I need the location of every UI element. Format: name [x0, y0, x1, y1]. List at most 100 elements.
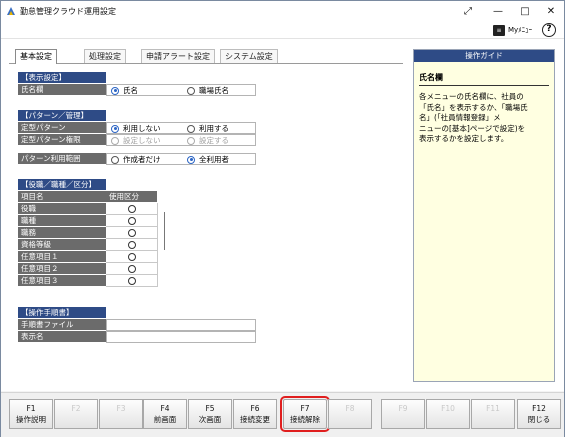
fkey-key-label: F7	[300, 404, 310, 413]
grade-table-scrollbar[interactable]	[164, 212, 165, 250]
fkey-f2-button[interactable]: F2	[54, 399, 98, 429]
name-field-options: 氏名 職場氏名	[106, 84, 256, 96]
radio-fixed-on[interactable]: 利用する	[187, 123, 229, 134]
col-use-header: 使用区分	[106, 191, 158, 203]
table-row: 職種	[18, 215, 158, 227]
fkey-f11-button[interactable]: F11	[471, 399, 515, 429]
menu-strip: ≡ Myﾒﾆｭｰ ?	[1, 21, 564, 39]
grade-use-cell[interactable]	[106, 215, 158, 227]
circle-icon	[127, 252, 136, 261]
fkey-f8-button[interactable]: F8	[328, 399, 372, 429]
minimize-button[interactable]: —	[483, 1, 513, 21]
radio-selected-icon	[111, 86, 119, 95]
tab-divider	[9, 63, 403, 64]
pattern-auth-label: 定型パターン権限	[18, 134, 106, 146]
pattern-scope-options: 作成者だけ 全利用者	[106, 153, 256, 165]
fkey-f10-button[interactable]: F10	[426, 399, 470, 429]
fkey-f5-button[interactable]: F5 次画面	[188, 399, 232, 429]
grade-item-name: 任意項目１	[18, 251, 106, 263]
table-row: 役職	[18, 203, 158, 215]
fkey-key-label: F2	[71, 404, 81, 413]
fkey-action-label: 前画面	[153, 415, 177, 424]
fkey-key-label: F3	[116, 404, 126, 413]
fkey-action-label: 閉じる	[527, 415, 551, 424]
radio-selected-icon	[187, 155, 195, 164]
expand-icon[interactable]: ⤢	[453, 1, 483, 21]
fkey-f12-button[interactable]: F12 閉じる	[517, 399, 561, 429]
close-button[interactable]: ✕	[536, 1, 565, 21]
title-bar: 勤怠管理クラウド運用設定 ⤢ — □ ✕	[1, 1, 564, 21]
fkey-action-label: 接続変更	[240, 415, 270, 424]
fkey-key-label: F11	[486, 404, 500, 413]
grade-use-cell[interactable]	[106, 263, 158, 275]
circle-icon	[127, 204, 136, 213]
col-name-header: 項目名	[18, 191, 106, 203]
radio-icon	[111, 136, 119, 145]
display-section-title: 【表示設定】	[18, 72, 106, 83]
fkey-action-label: 接続解除	[290, 415, 320, 424]
radio-icon	[187, 124, 195, 133]
fkey-f9-button[interactable]: F9	[381, 399, 425, 429]
circle-icon	[127, 216, 136, 225]
app-window: 勤怠管理クラウド運用設定 ⤢ — □ ✕ ≡ Myﾒﾆｭｰ ? 基本設定 処理設…	[0, 0, 565, 437]
radio-auth-on[interactable]: 設定する	[187, 135, 229, 146]
fkey-f3-button[interactable]: F3	[99, 399, 143, 429]
guide-header: 操作ガイド	[414, 50, 554, 62]
fkey-key-label: F6	[250, 404, 260, 413]
radio-scope-all[interactable]: 全利用者	[187, 154, 229, 165]
table-row: 職務	[18, 227, 158, 239]
fkey-key-label: F9	[398, 404, 408, 413]
pattern-section-title: 【パターン／管理】	[18, 110, 106, 121]
guide-divider	[419, 85, 549, 86]
grade-use-cell[interactable]	[106, 275, 158, 287]
radio-icon	[187, 86, 195, 95]
guide-title: 氏名欄	[419, 73, 443, 82]
grade-use-cell[interactable]	[106, 203, 158, 215]
fkey-action-label: 次画面	[198, 415, 222, 424]
grade-item-name: 職務	[18, 227, 106, 239]
radio-icon	[111, 155, 119, 164]
radio-name[interactable]: 氏名	[111, 85, 138, 96]
table-row: 任意項目３	[18, 275, 158, 287]
grade-item-name: 任意項目３	[18, 275, 106, 287]
grade-item-name: 職種	[18, 215, 106, 227]
operation-guide-panel: 操作ガイド 氏名欄 各メニューの氏名欄に、社員の 「氏名」を表示するか、「職場氏…	[413, 49, 555, 382]
mymenu-icon: ≡	[493, 24, 505, 36]
tab-alert-settings[interactable]: 申請アラート設定	[141, 49, 215, 63]
grade-use-cell[interactable]	[106, 251, 158, 263]
fkey-key-label: F5	[205, 404, 215, 413]
tab-processing-settings[interactable]: 処理設定	[84, 49, 126, 63]
help-icon[interactable]: ?	[542, 23, 556, 37]
tab-system-settings[interactable]: システム設定	[220, 49, 278, 63]
procedure-display-input[interactable]	[106, 331, 256, 343]
fkey-f4-button[interactable]: F4 前画面	[143, 399, 187, 429]
name-field-label: 氏名欄	[18, 84, 106, 96]
grade-use-cell[interactable]	[106, 239, 158, 251]
fkey-f6-button[interactable]: F6 接続変更	[233, 399, 277, 429]
grade-item-name: 役職	[18, 203, 106, 215]
fkey-key-label: F8	[345, 404, 355, 413]
fkey-f1-button[interactable]: F1 操作説明	[9, 399, 53, 429]
pattern-scope-label: パターン利用範囲	[18, 153, 106, 165]
circle-icon	[127, 276, 136, 285]
guide-body-text: 各メニューの氏名欄に、社員の 「氏名」を表示するか、「職場氏 名」(「社員情報登…	[419, 92, 528, 143]
radio-scope-creator[interactable]: 作成者だけ	[111, 154, 161, 165]
circle-icon	[127, 228, 136, 237]
fkey-key-label: F1	[26, 404, 36, 413]
mymenu-button[interactable]: ≡ Myﾒﾆｭｰ	[493, 23, 532, 37]
window-title: 勤怠管理クラウド運用設定	[20, 7, 116, 16]
circle-icon	[127, 240, 136, 249]
grade-use-cell[interactable]	[106, 227, 158, 239]
grade-table-header: 項目名 使用区分	[18, 191, 158, 203]
procedure-file-label: 手順書ファイル	[18, 319, 106, 331]
table-row: 資格等級	[18, 239, 158, 251]
radio-auth-off[interactable]: 設定しない	[111, 135, 161, 146]
radio-fixed-off[interactable]: 利用しない	[111, 123, 161, 134]
fkey-f7-button[interactable]: F7 接続解除	[280, 396, 330, 432]
fkey-key-label: F4	[160, 404, 170, 413]
tab-basic-settings[interactable]: 基本設定	[15, 49, 57, 64]
radio-job-name[interactable]: 職場氏名	[187, 85, 229, 96]
procedure-file-input[interactable]	[106, 319, 256, 331]
mymenu-label: Myﾒﾆｭｰ	[508, 26, 533, 34]
fixed-pattern-options: 利用しない 利用する	[106, 122, 256, 134]
